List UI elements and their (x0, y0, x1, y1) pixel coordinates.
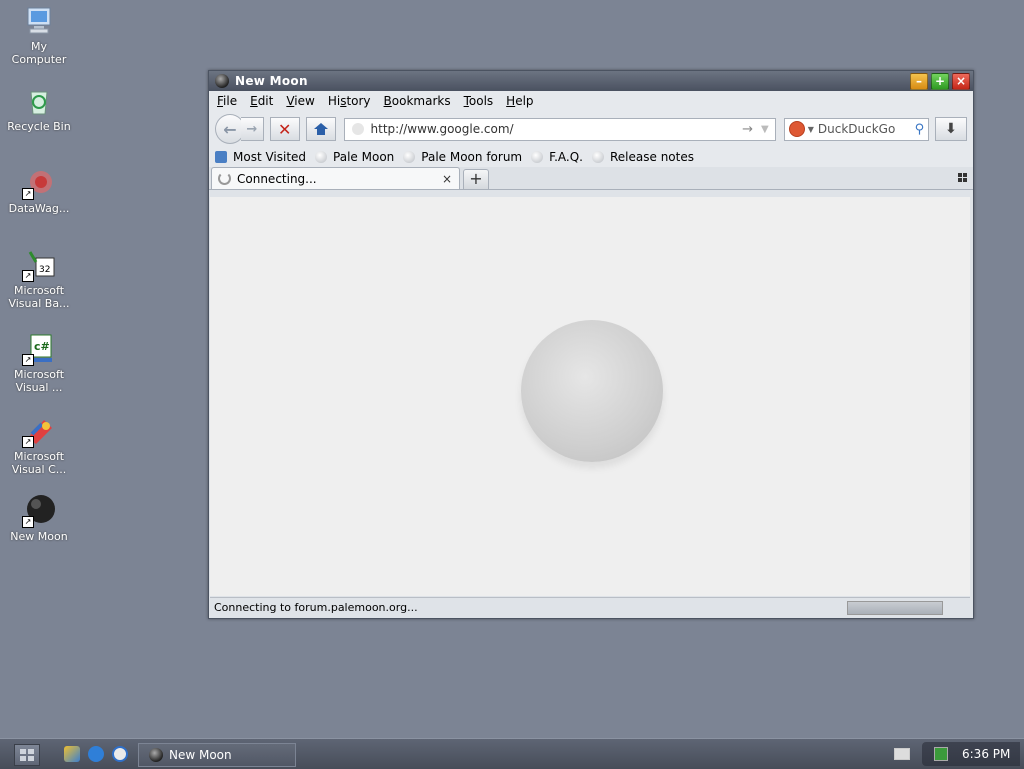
minimize-button[interactable]: – (910, 72, 928, 90)
desktop-icon-label: My Computer (11, 40, 67, 66)
desktop-icon-datawag[interactable]: ↗ DataWag... (0, 166, 78, 215)
status-text: Connecting to forum.palemoon.org... (214, 601, 418, 614)
loading-throbber-icon (218, 172, 231, 185)
recycle-bin-icon (22, 84, 56, 118)
bookmark-pale-moon-forum[interactable]: Pale Moon forum (403, 150, 522, 164)
desktop-icon-visual-basic[interactable]: 32 ↗ Microsoft Visual Ba... (0, 248, 78, 310)
tab-strip: Connecting... × + (209, 167, 973, 190)
stop-icon: ✕ (278, 119, 292, 139)
most-visited-icon (215, 151, 227, 163)
shortcut-arrow-icon: ↗ (22, 188, 34, 200)
menu-view[interactable]: View (286, 94, 314, 108)
forward-button[interactable]: → (240, 117, 264, 141)
network-icon[interactable] (934, 747, 948, 761)
visual-cpp-icon: ↗ (22, 414, 56, 448)
loading-progress-bar (847, 600, 943, 615)
shortcut-arrow-icon: ↗ (22, 270, 34, 282)
home-button[interactable] (305, 117, 336, 141)
close-button[interactable]: × (952, 72, 970, 90)
bookmark-globe-icon (531, 151, 544, 163)
quicklaunch-internet-explorer-icon[interactable] (88, 746, 104, 762)
window-titlebar[interactable]: New Moon – + × (209, 71, 973, 91)
new-moon-app-icon (149, 748, 163, 762)
svg-text:c#: c# (34, 340, 50, 353)
status-bar: Connecting to forum.palemoon.org... (210, 597, 970, 617)
desktop-icon-visual-csharp[interactable]: c# ↗ Microsoft Visual ... (0, 332, 78, 394)
search-input[interactable]: DuckDuckGo (818, 122, 915, 136)
maximize-button[interactable]: + (931, 72, 949, 90)
stop-button[interactable]: ✕ (269, 117, 300, 141)
desktop-icon-visual-cpp[interactable]: ↗ Microsoft Visual C... (0, 414, 78, 476)
menu-edit[interactable]: Edit (250, 94, 273, 108)
new-tab-button[interactable]: + (463, 169, 489, 189)
visual-basic-icon: 32 ↗ (22, 248, 56, 282)
shortcut-arrow-icon: ↗ (22, 516, 34, 528)
desktop-icon-label: Microsoft Visual ... (13, 368, 65, 394)
menu-help[interactable]: Help (506, 94, 533, 108)
page-content[interactable] (210, 197, 970, 596)
bookmark-globe-icon (315, 151, 328, 163)
desktop-icon-label: Microsoft Visual C... (11, 450, 67, 476)
bookmark-pale-moon[interactable]: Pale Moon (315, 150, 394, 164)
desktop-icon-my-computer[interactable]: My Computer (0, 4, 78, 66)
tab-close-button[interactable]: × (442, 172, 452, 186)
pale-moon-logo (521, 320, 663, 462)
start-menu-button[interactable] (14, 744, 40, 766)
tab-connecting[interactable]: Connecting... × (211, 167, 460, 189)
bookmark-globe-icon (403, 151, 416, 163)
quicklaunch-show-desktop-icon[interactable] (64, 746, 80, 762)
tab-title: Connecting... (237, 171, 317, 186)
forward-arrow-icon: → (246, 121, 258, 137)
desktop-icon-label: Microsoft Visual Ba... (8, 284, 70, 310)
menu-tools[interactable]: Tools (464, 94, 494, 108)
search-bar[interactable]: ▼ DuckDuckGo ⚲ (783, 117, 930, 141)
browser-window: New Moon – + × File Edit View History Bo… (208, 70, 974, 619)
bookmarks-toolbar: Most Visited Pale Moon Pale Moon forum F… (209, 147, 973, 167)
go-button[interactable]: → (742, 122, 753, 137)
menu-file[interactable]: File (217, 94, 237, 108)
bookmark-most-visited[interactable]: Most Visited (215, 150, 306, 164)
quicklaunch-media-player-icon[interactable] (112, 746, 128, 762)
menu-bookmarks[interactable]: Bookmarks (384, 94, 451, 108)
download-icon: ⬇ (945, 121, 957, 137)
menu-history[interactable]: History (328, 94, 371, 108)
desktop-icon-label: New Moon (10, 530, 68, 543)
shortcut-arrow-icon: ↗ (22, 354, 34, 366)
desktop-icon-label: DataWag... (8, 202, 70, 215)
desktop-icon-new-moon[interactable]: ↗ New Moon (0, 494, 78, 543)
new-moon-icon: ↗ (22, 494, 56, 528)
system-tray: 6:36 PM (922, 742, 1020, 766)
desktop-icon-recycle-bin[interactable]: Recycle Bin (0, 84, 78, 133)
bookmark-globe-icon (592, 151, 604, 163)
back-arrow-icon: ← (223, 119, 237, 139)
menubar: File Edit View History Bookmarks Tools H… (209, 91, 973, 111)
bookmark-release-notes[interactable]: Release notes (592, 150, 694, 164)
shortcut-arrow-icon: ↗ (22, 436, 34, 448)
window-title: New Moon (235, 74, 308, 88)
downloads-button[interactable]: ⬇ (935, 117, 967, 141)
duckduckgo-icon[interactable] (788, 121, 805, 137)
search-engine-dropdown-icon[interactable]: ▼ (808, 125, 814, 134)
visual-csharp-icon: c# ↗ (22, 332, 56, 366)
svg-text:32: 32 (39, 265, 50, 275)
bookmark-faq[interactable]: F.A.Q. (531, 150, 583, 164)
clock[interactable]: 6:36 PM (962, 747, 1010, 761)
navigation-toolbar: ← → ✕ http://www.google.com/ → ▼ ▼ DuckD… (209, 111, 973, 147)
keyboard-icon[interactable] (894, 748, 910, 760)
my-computer-icon (22, 4, 56, 38)
taskbar: New Moon 6:36 PM (0, 738, 1024, 769)
list-all-tabs-icon[interactable] (958, 173, 967, 182)
url-input[interactable]: http://www.google.com/ (371, 122, 743, 136)
desktop-icon-label: Recycle Bin (7, 120, 71, 133)
new-moon-app-icon (215, 74, 229, 88)
site-favicon-icon (351, 123, 364, 135)
url-bar[interactable]: http://www.google.com/ → ▼ (343, 117, 776, 141)
search-icon[interactable]: ⚲ (915, 122, 925, 137)
taskbar-task-label: New Moon (169, 748, 232, 762)
url-dropdown-button[interactable]: ▼ (761, 124, 769, 135)
home-icon (313, 123, 328, 135)
datawag-icon: ↗ (22, 166, 56, 200)
taskbar-task-new-moon[interactable]: New Moon (138, 743, 296, 767)
